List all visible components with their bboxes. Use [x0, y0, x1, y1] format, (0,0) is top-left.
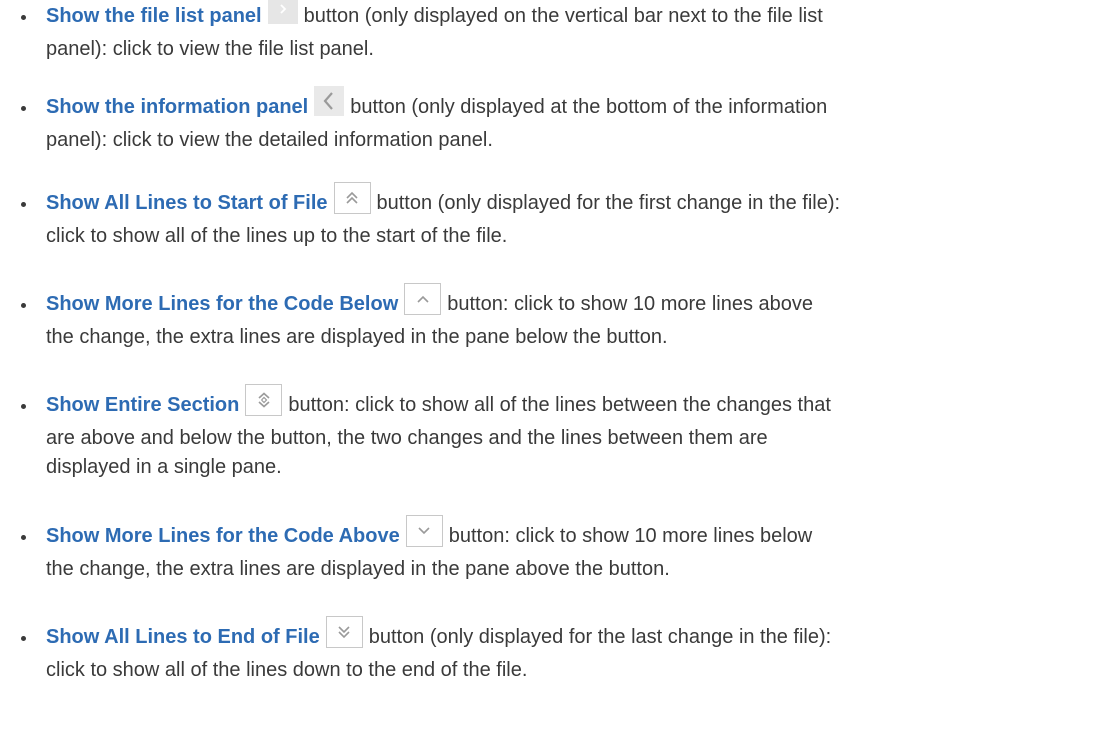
item-description-line-1: button (only displayed for the last chan…	[368, 626, 832, 648]
chevron-left-icon	[314, 86, 345, 116]
term-show-information-panel: Show the information panel	[46, 96, 309, 118]
item-description-line-2: panel): click to view the detailed infor…	[46, 129, 493, 151]
term-show-file-list-panel: Show the file list panel	[46, 5, 262, 27]
item-description-line-2: panel): click to view the file list pane…	[46, 38, 374, 60]
bullet	[21, 303, 26, 308]
chevron-right-icon	[267, 0, 298, 24]
bullet	[21, 202, 26, 207]
term-show-entire-section: Show Entire Section	[46, 394, 240, 416]
item-description-line-2: click to show all of the lines up to the…	[46, 225, 508, 247]
chevron-up-icon	[404, 283, 442, 315]
expand-vertical-icon	[245, 384, 283, 416]
item-description-line-1: button: click to show 10 more lines belo…	[448, 525, 813, 547]
chevron-down-icon	[405, 515, 443, 547]
item-description-line-1: button (only displayed for the first cha…	[376, 192, 841, 214]
item-description-line-2: click to show all of the lines down to t…	[46, 659, 528, 681]
term-show-all-lines-to-end: Show All Lines to End of File	[46, 626, 320, 648]
double-chevron-up-icon	[333, 182, 371, 214]
term-show-more-lines-above: Show More Lines for the Code Above	[46, 525, 400, 547]
term-show-more-lines-below: Show More Lines for the Code Below	[46, 293, 399, 315]
item-description-line-1: button: click to show all of the lines b…	[288, 394, 831, 416]
item-description-line-2: the change, the extra lines are displaye…	[46, 326, 668, 348]
bullet	[21, 535, 26, 540]
bullet	[21, 636, 26, 641]
item-description-line-1: button (only displayed at the bottom of …	[350, 96, 828, 118]
item-description-line-2: are above and below the button, the two …	[46, 427, 768, 449]
bullet	[21, 15, 26, 20]
term-show-all-lines-to-start: Show All Lines to Start of File	[46, 192, 328, 214]
item-description-line-1: button (only displayed on the vertical b…	[303, 5, 823, 27]
bullet	[21, 106, 26, 111]
item-description-line-1: button: click to show 10 more lines abov…	[447, 293, 814, 315]
item-description-line-3: displayed in a single pane.	[46, 456, 282, 478]
double-chevron-down-icon	[325, 616, 363, 648]
item-description-line-2: the change, the extra lines are displaye…	[46, 558, 670, 580]
bullet	[21, 404, 26, 409]
